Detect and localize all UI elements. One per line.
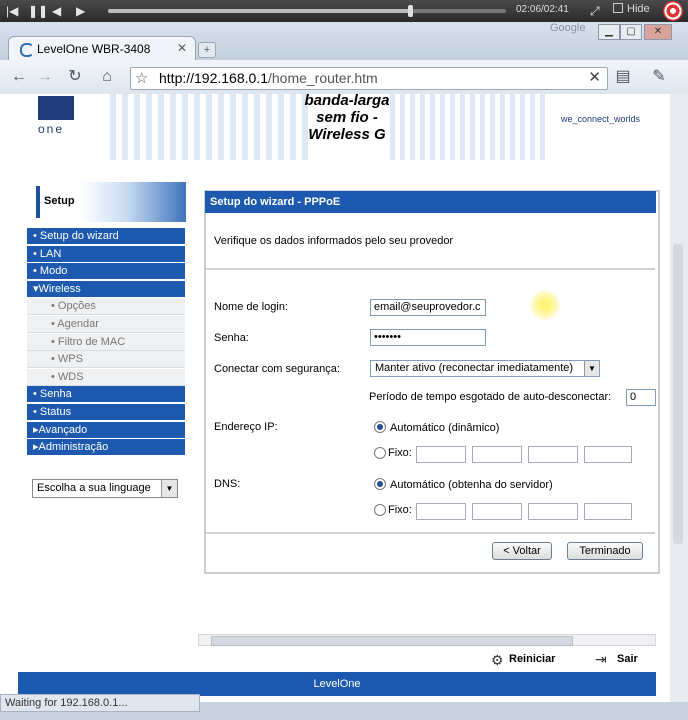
dns-label: DNS:	[214, 478, 241, 490]
ip-octet-2[interactable]	[472, 446, 522, 463]
wizard-intro: Verifique os dados informados pelo seu p…	[214, 235, 454, 247]
skip-back-icon[interactable]: |◀	[6, 3, 18, 19]
back-arrow-icon[interactable]: ←	[8, 67, 30, 87]
minimize-button[interactable]: ▁	[598, 24, 620, 40]
slogan: we_connect_worlds	[561, 114, 641, 124]
login-input[interactable]: email@seuprovedor.c	[370, 299, 486, 316]
dns-fixed-label: Fixo:	[388, 504, 412, 516]
restart-link[interactable]: Reiniciar	[509, 653, 555, 665]
connect-label: Conectar com segurança:	[214, 363, 340, 375]
next-icon[interactable]: ▶	[76, 3, 85, 19]
seek-slider[interactable]	[108, 5, 506, 17]
divider	[206, 532, 655, 534]
playback-time: 02:06/02:41	[516, 4, 569, 15]
language-select[interactable]: Escolha a sua linguage ▼	[32, 479, 178, 498]
tab-title: LevelOne WBR-3408	[37, 42, 151, 56]
player-logo-icon	[663, 1, 683, 21]
stop-loading-icon[interactable]: ✕	[588, 68, 601, 86]
chevron-down-icon: ▼	[584, 361, 599, 376]
wrench-icon[interactable]: ✎	[648, 67, 670, 87]
header-banner	[110, 94, 310, 160]
hide-toggle[interactable]: Hide	[613, 3, 650, 15]
wizard-title: Setup do wizard - PPPoE	[205, 191, 656, 213]
connect-mode-value: Manter ativo (reconectar imediatamente)	[375, 362, 574, 374]
levelone-logo-icon	[38, 96, 74, 120]
sidebar-item-setup-wizard[interactable]: • Setup do wizard	[27, 228, 185, 245]
product-title: banda-larga sem fio - Wireless G	[304, 92, 390, 143]
setup-section-header: Setup	[36, 182, 186, 222]
horizontal-scrollbar[interactable]	[198, 634, 656, 646]
vertical-scrollbar[interactable]	[670, 94, 688, 702]
status-bar: Waiting for 192.168.0.1...	[0, 694, 200, 712]
divider	[206, 268, 655, 270]
sidebar-item-mode[interactable]: • Modo	[27, 263, 185, 281]
finish-button[interactable]: Terminado	[567, 542, 643, 560]
close-tab-icon[interactable]: ✕	[177, 41, 187, 55]
restart-icon[interactable]: ⚙	[491, 652, 504, 669]
ip-fixed-label: Fixo:	[388, 447, 412, 459]
dns-auto-radio[interactable]	[374, 478, 386, 490]
seek-knob[interactable]	[408, 5, 413, 17]
password-label: Senha:	[214, 332, 249, 344]
bookmark-star-icon[interactable]: ☆	[135, 69, 148, 87]
chevron-down-icon: ▼	[161, 480, 177, 497]
ip-octet-3[interactable]	[528, 446, 578, 463]
ip-octet-4[interactable]	[584, 446, 632, 463]
dns-octet-4[interactable]	[584, 503, 632, 520]
sidebar-item-schedule[interactable]: • Agendar	[27, 315, 185, 333]
setup-title: Setup	[44, 195, 75, 207]
page-footer: LevelOne	[18, 672, 656, 696]
sidebar-item-options[interactable]: • Opções	[27, 298, 185, 316]
dns-octet-2[interactable]	[472, 503, 522, 520]
header-banner-right	[390, 94, 550, 160]
pause-icon[interactable]: ❚❚	[28, 3, 48, 19]
home-icon[interactable]: ⌂	[96, 67, 118, 87]
cursor-highlight	[530, 290, 560, 320]
sidebar-item-advanced[interactable]: ▸Avançado	[27, 421, 185, 439]
sidebar-item-lan[interactable]: • LAN	[27, 245, 185, 263]
sidebar-menu: • Setup do wizard • LAN • Modo ▾Wireless…	[27, 228, 185, 457]
prev-icon[interactable]: ◀	[52, 3, 61, 19]
sidebar-item-wds[interactable]: • WDS	[27, 368, 185, 386]
exit-link[interactable]: Sair	[617, 653, 638, 665]
url-host: http://192.168.0.1	[159, 70, 268, 86]
logo-text: one	[38, 122, 65, 136]
ip-auto-radio[interactable]	[374, 421, 386, 433]
loading-spinner-icon	[20, 43, 34, 57]
new-tab-button[interactable]: +	[198, 42, 216, 58]
login-label: Nome de login:	[214, 301, 288, 313]
browser-tab[interactable]: LevelOne WBR-3408 ✕	[8, 36, 196, 61]
sidebar-item-administration[interactable]: ▸Administração	[27, 439, 185, 457]
password-input[interactable]: •••••••	[370, 329, 486, 346]
forward-arrow-icon[interactable]: →	[34, 67, 56, 87]
maximize-button[interactable]: ▢	[620, 24, 642, 40]
video-player-bar: |◀ ❚❚ ◀ ▶ 02:06/02:41 ⤢ Hide	[0, 0, 688, 22]
google-label: Google	[550, 22, 586, 34]
sidebar-item-password[interactable]: • Senha	[27, 386, 185, 404]
close-window-button[interactable]: ✕	[644, 24, 672, 40]
ip-octet-1[interactable]	[416, 446, 466, 463]
dns-octet-3[interactable]	[528, 503, 578, 520]
sidebar-item-mac-filter[interactable]: • Filtro de MAC	[27, 333, 185, 351]
exit-icon[interactable]: ⇥	[595, 651, 607, 668]
url-path: /home_router.htm	[267, 70, 378, 86]
page-menu-icon[interactable]: ▤	[612, 67, 634, 87]
sidebar-item-wireless[interactable]: ▾Wireless	[27, 280, 185, 298]
reload-icon[interactable]: ↻	[64, 67, 86, 87]
dns-fixed-radio[interactable]	[374, 504, 386, 516]
timeout-input[interactable]: 0	[626, 389, 656, 406]
language-select-value: Escolha a sua linguage	[37, 482, 151, 494]
dns-auto-label: Automático (obtenha do servidor)	[390, 479, 553, 491]
sidebar-item-wps[interactable]: • WPS	[27, 351, 185, 369]
back-button[interactable]: < Voltar	[492, 542, 552, 560]
address-bar[interactable]: ☆ http://192.168.0.1/home_router.htm ✕	[130, 67, 608, 90]
timeout-label: Período de tempo esgotado de auto-descon…	[369, 391, 612, 403]
ip-fixed-radio[interactable]	[374, 447, 386, 459]
dns-octet-1[interactable]	[416, 503, 466, 520]
ip-auto-label: Automático (dinâmico)	[390, 422, 500, 434]
sidebar-item-status[interactable]: • Status	[27, 403, 185, 421]
connect-mode-select[interactable]: Manter ativo (reconectar imediatamente) …	[370, 360, 600, 377]
ip-label: Endereço IP:	[214, 421, 278, 433]
fullscreen-icon[interactable]: ⤢	[590, 3, 600, 19]
